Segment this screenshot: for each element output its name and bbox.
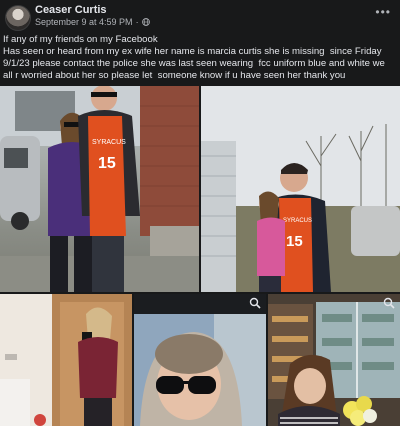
photo-5-image [268, 294, 400, 426]
post-photo-3[interactable] [0, 294, 132, 426]
photo-1-image: SYRACUS 15 [0, 86, 199, 292]
author-avatar[interactable] [5, 5, 31, 31]
post-header: Ceaser Curtis September 9 at 4:59 PM · •… [0, 0, 400, 31]
jersey-text-1: SYRACUS [92, 139, 126, 146]
jersey-text-2: SYRACUS [283, 218, 312, 224]
jersey-number-2: 15 [286, 233, 303, 250]
zoom-icon[interactable] [383, 297, 395, 309]
post-photo-2[interactable]: SYRACUS 15 [201, 86, 400, 292]
globe-icon [141, 18, 150, 26]
photo-2-image: SYRACUS 15 [201, 86, 400, 292]
jersey-number-1: 15 [98, 155, 116, 172]
author-name[interactable]: Ceaser Curtis [35, 4, 107, 16]
photo-3-image [0, 294, 132, 426]
photo-4-image [134, 294, 266, 426]
post-text: If any of my friends on my Facebook Has … [3, 34, 385, 81]
post-photo-5[interactable] [268, 294, 400, 426]
more-options-button[interactable]: ••• [375, 6, 391, 18]
post-meta: September 9 at 4:59 PM · [35, 17, 150, 27]
meta-separator: · [135, 17, 139, 27]
post-timestamp[interactable]: September 9 at 4:59 PM [35, 17, 133, 27]
post-photo-1[interactable]: SYRACUS 15 [0, 86, 199, 292]
post-photo-4[interactable] [134, 294, 266, 426]
zoom-icon[interactable] [249, 297, 261, 309]
